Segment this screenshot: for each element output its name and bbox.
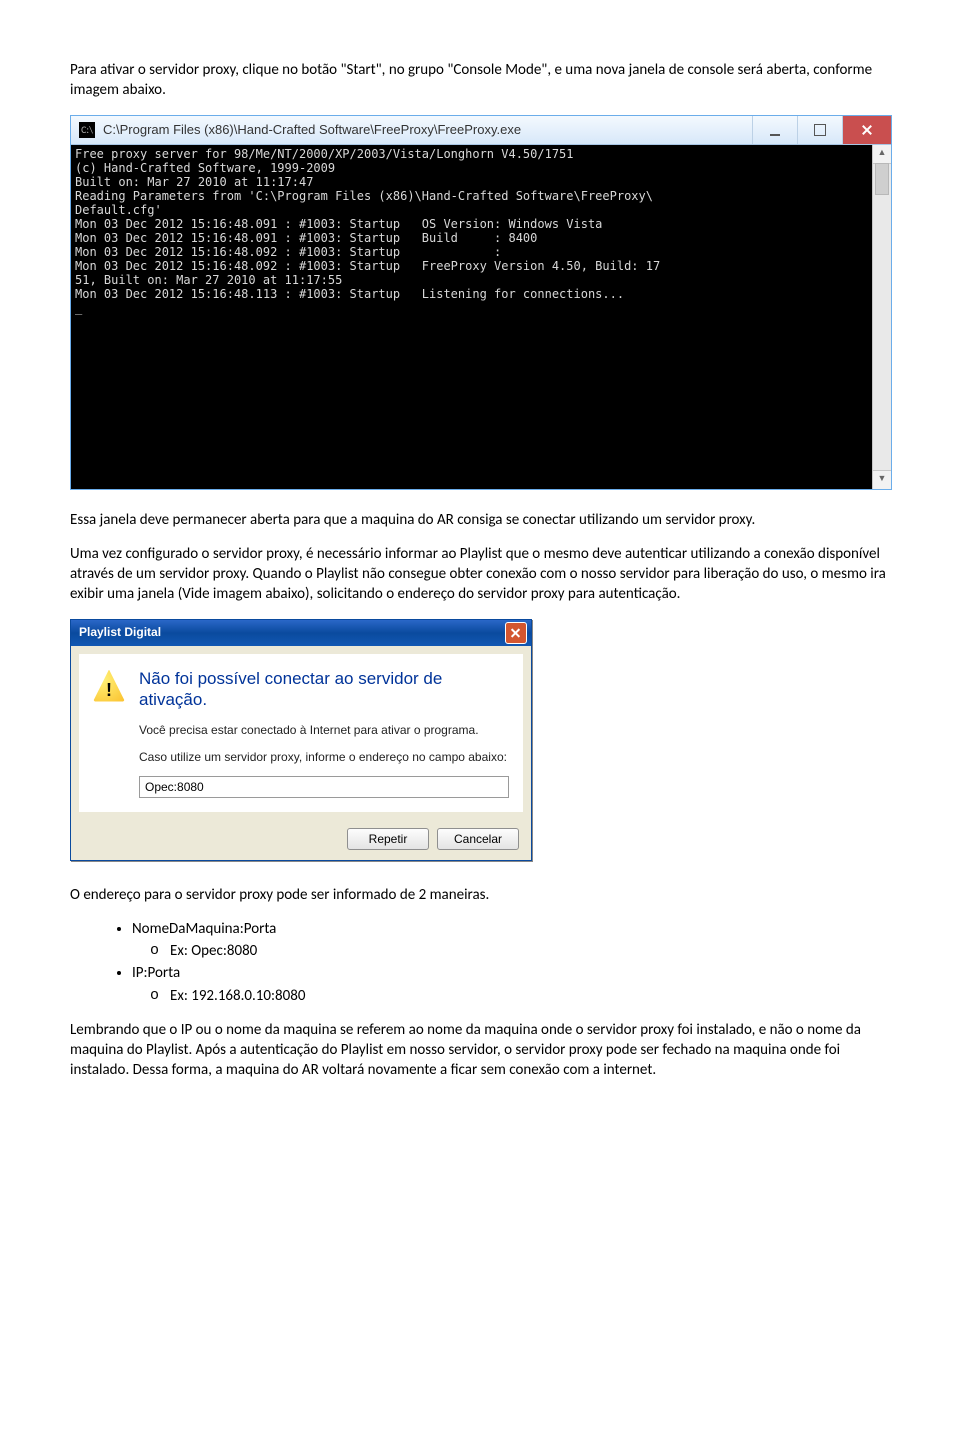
console-titlebar: C:\ C:\Program Files (x86)\Hand-Crafted … [71,116,891,145]
dialog-titlebar: Playlist Digital [71,620,531,646]
warning-icon [93,670,125,702]
dialog-text-2: Caso utilize um servidor proxy, informe … [139,749,509,766]
scrollbar[interactable]: ▲ ▼ [872,145,891,489]
list-sub-item: Ex: Opec:8080 [170,941,890,961]
cmd-icon: C:\ [79,122,95,138]
list-item-label: IP:Porta [132,964,180,982]
address-format-list: NomeDaMaquina:Porta Ex: Opec:8080 IP:Por… [70,919,890,1006]
paragraph-3: Uma vez configurado o servidor proxy, é … [70,544,890,605]
dialog-heading: Não foi possível conectar ao servidor de… [139,668,509,711]
paragraph-1: Para ativar o servidor proxy, clique no … [70,60,890,101]
proxy-address-input[interactable] [139,776,509,798]
console-title: C:\Program Files (x86)\Hand-Crafted Soft… [101,121,752,139]
list-item: IP:Porta Ex: 192.168.0.10:8080 [132,963,890,1006]
activation-dialog: Playlist Digital Não foi possível conect… [70,619,532,861]
repetir-button[interactable]: Repetir [347,828,429,850]
paragraph-5: Lembrando que o IP ou o nome da maquina … [70,1020,890,1081]
close-button[interactable] [842,116,891,144]
scroll-down-icon[interactable]: ▼ [873,470,891,489]
scroll-up-icon[interactable]: ▲ [873,145,891,164]
cancelar-button[interactable]: Cancelar [437,828,519,850]
scroll-thumb[interactable] [875,163,889,195]
list-item: NomeDaMaquina:Porta Ex: Opec:8080 [132,919,890,962]
list-sub-item: Ex: 192.168.0.10:8080 [170,986,890,1006]
paragraph-4: O endereço para o servidor proxy pode se… [70,885,890,905]
list-item-label: NomeDaMaquina:Porta [132,920,276,938]
paragraph-2: Essa janela deve permanecer aberta para … [70,510,890,530]
console-output: Free proxy server for 98/Me/NT/2000/XP/2… [71,145,872,489]
minimize-button[interactable] [752,116,797,144]
dialog-title: Playlist Digital [79,624,161,640]
console-window: C:\ C:\Program Files (x86)\Hand-Crafted … [70,115,892,490]
dialog-text-1: Você precisa estar conectado à Internet … [139,722,509,739]
maximize-button[interactable] [797,116,842,144]
dialog-close-button[interactable] [505,622,527,644]
